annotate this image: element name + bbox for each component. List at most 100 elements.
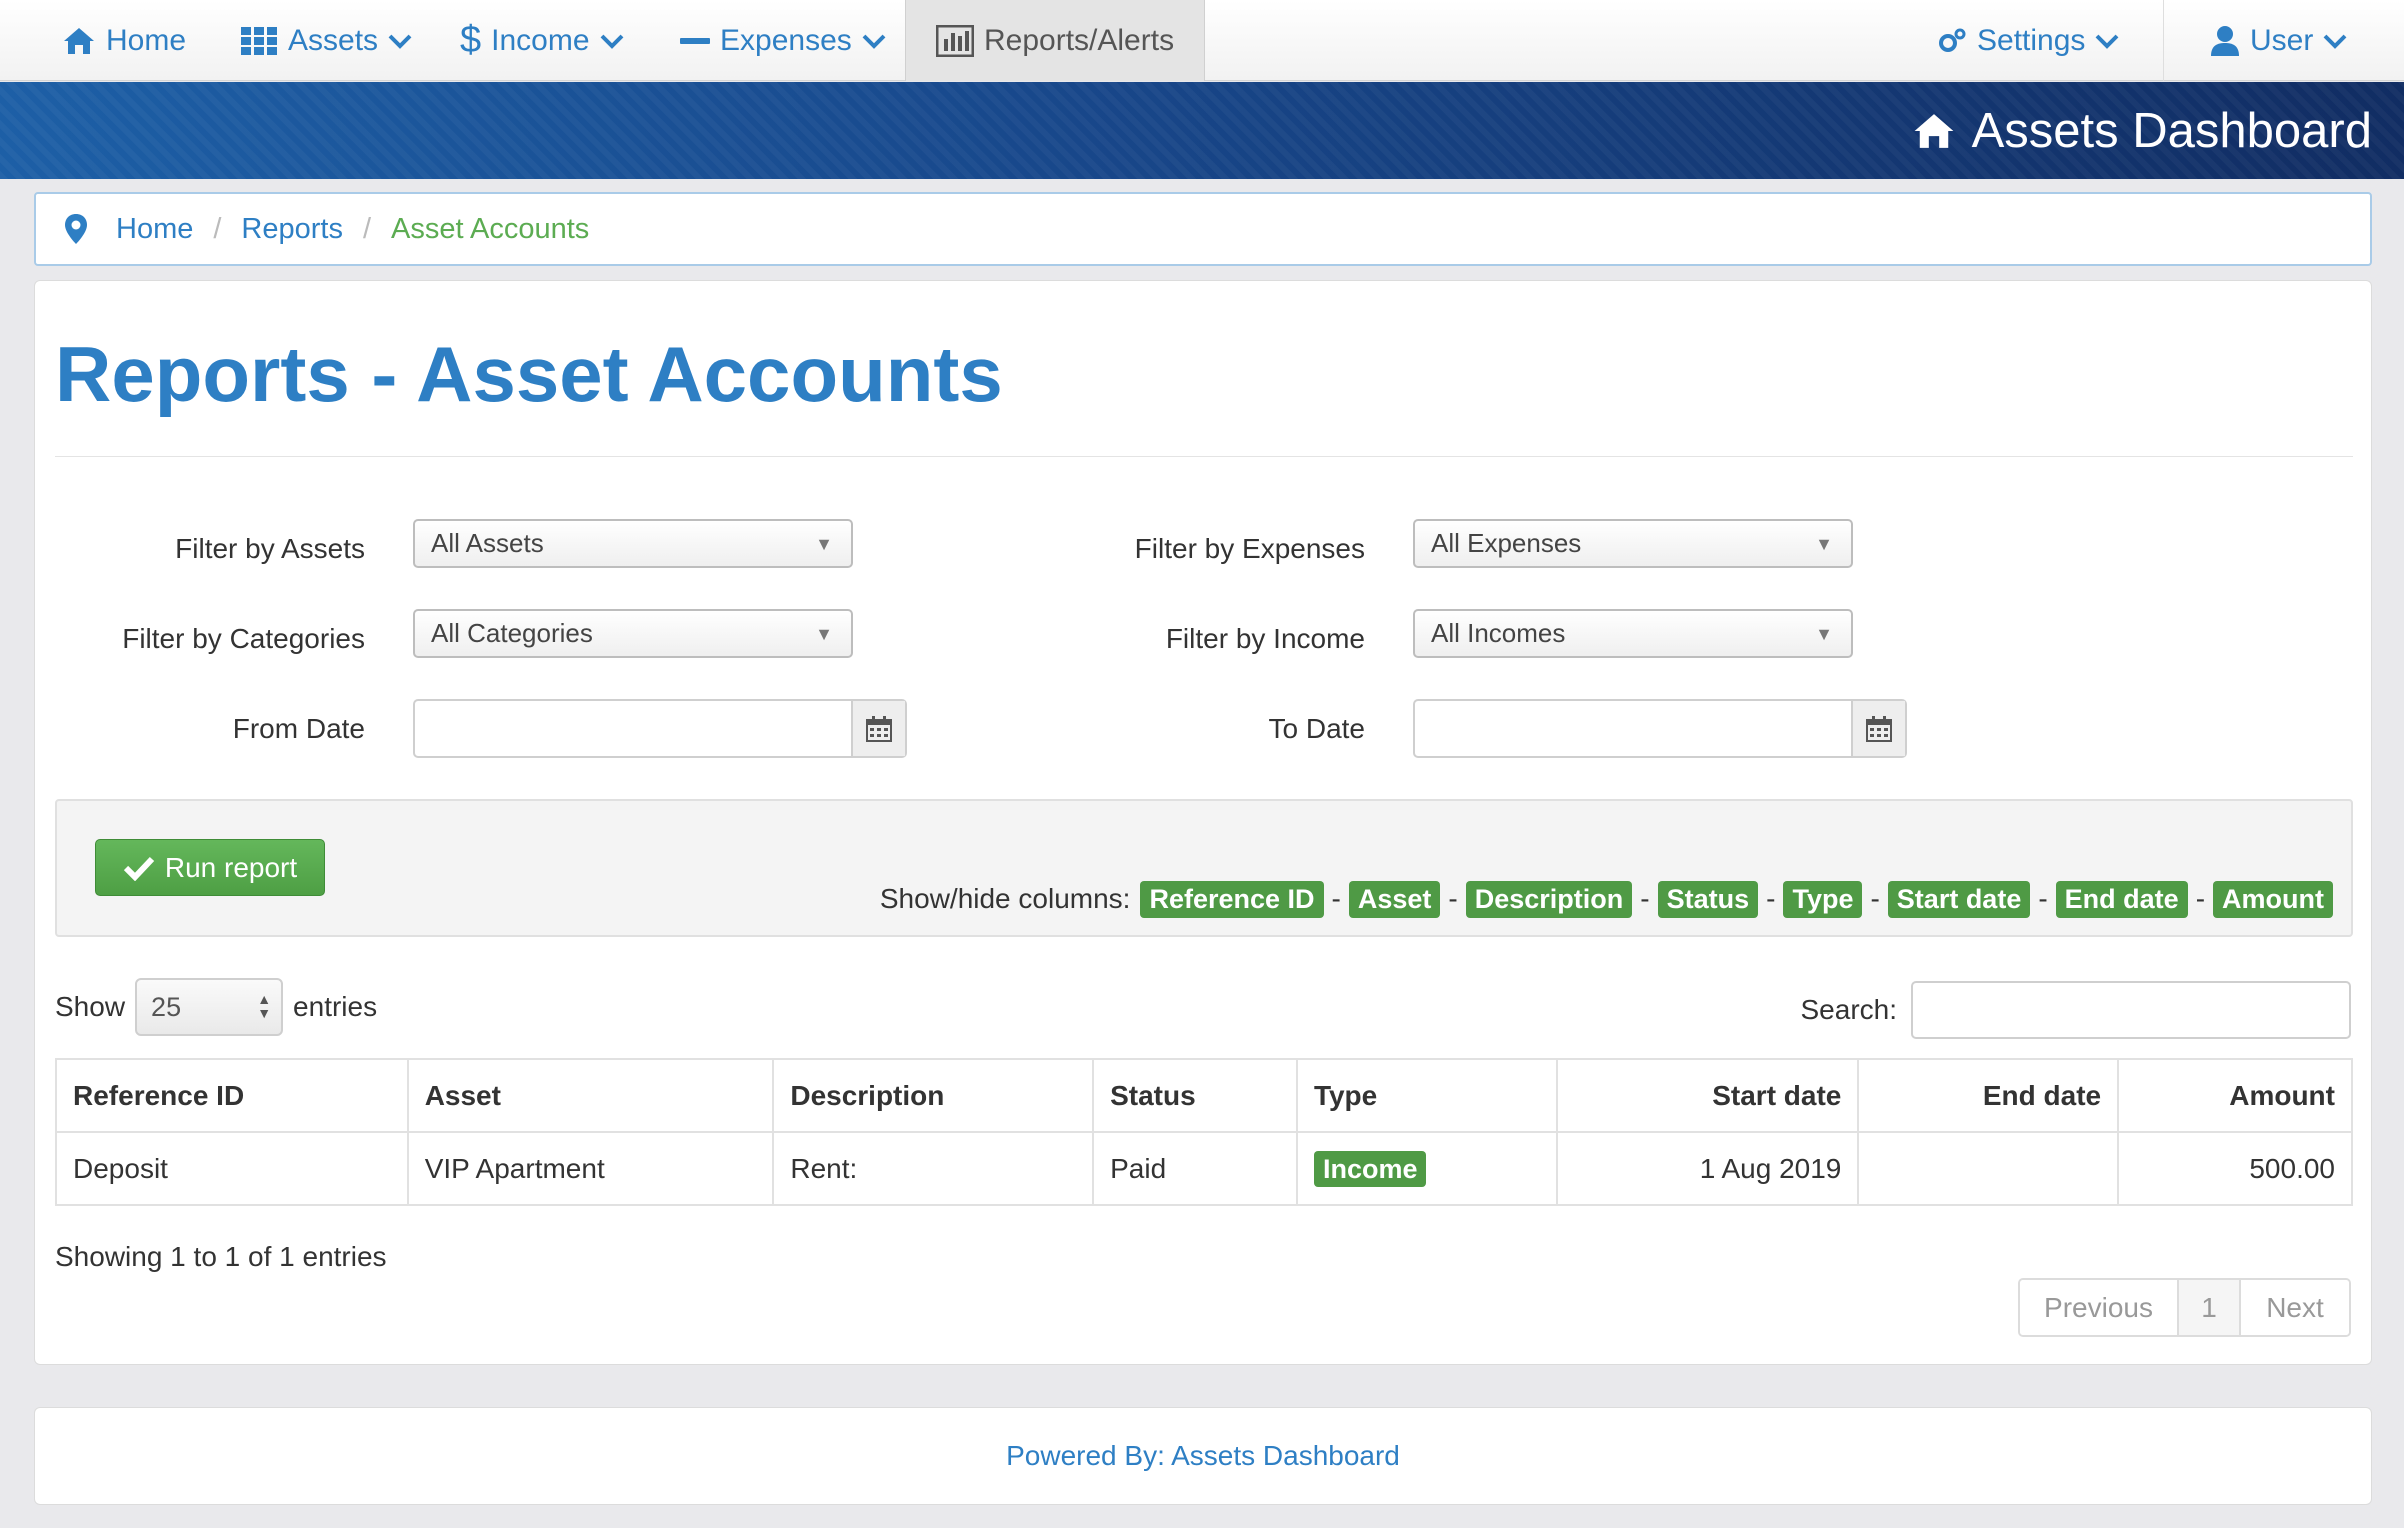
banner-title[interactable]: Assets Dashboard <box>1912 82 2372 179</box>
next-page-button[interactable]: Next <box>2241 1280 2349 1335</box>
grid-icon <box>241 26 277 55</box>
column-header-end-date[interactable]: End date <box>1857 1058 2120 1133</box>
column-header-start-date[interactable]: Start date <box>1555 1058 1860 1133</box>
page-number-button[interactable]: 1 <box>2177 1280 2241 1335</box>
search-input[interactable] <box>1911 981 2351 1039</box>
toggle-column-type[interactable]: Type <box>1783 880 1863 918</box>
from-date-label: From Date <box>232 713 365 744</box>
calendar-icon[interactable] <box>851 701 905 756</box>
nav-user-label: User <box>2250 23 2314 57</box>
nav-home[interactable]: Home <box>62 0 186 81</box>
column-toggles-label: Show/hide columns: <box>879 883 1131 914</box>
column-separator: - <box>2038 883 2048 914</box>
entries-label: entries <box>293 991 378 1022</box>
cell-start-date: 1 Aug 2019 <box>1555 1131 1860 1206</box>
cell-asset: VIP Apartment <box>406 1131 775 1206</box>
report-action-bar: Run report Show/hide columns: Reference … <box>55 799 2353 937</box>
nav-reports-label: Reports/Alerts <box>984 23 1175 57</box>
filter-expenses-select[interactable]: All Expenses ▼ <box>1413 519 1853 568</box>
nav-divider <box>2163 0 2164 81</box>
entries-length-control: Show 25 ▲ ▼ entries <box>55 978 377 1036</box>
search-label: Search: <box>1800 994 1898 1025</box>
toggle-column-asset[interactable]: Asset <box>1348 880 1441 918</box>
nav-settings-label: Settings <box>1977 23 2086 57</box>
toggle-column-status[interactable]: Status <box>1657 880 1759 918</box>
footer-powered-by[interactable]: Powered By: Assets Dashboard <box>1006 1440 1400 1472</box>
nav-income-label: Income <box>491 23 590 57</box>
nav-assets-label: Assets <box>288 23 379 57</box>
breadcrumb-reports[interactable]: Reports <box>241 213 343 246</box>
banner-title-text: Assets Dashboard <box>1971 103 2372 158</box>
map-marker-icon <box>65 214 87 244</box>
table-search: Search: <box>1800 981 2351 1039</box>
chevron-down-icon <box>600 34 623 49</box>
breadcrumb-current: Asset Accounts <box>391 212 590 245</box>
entries-length-select[interactable]: 25 ▲ ▼ <box>135 978 284 1036</box>
previous-page-button[interactable]: Previous <box>2020 1280 2177 1335</box>
bar-chart-icon <box>936 24 974 57</box>
nav-home-label: Home <box>106 23 187 57</box>
home-icon <box>1914 113 1954 148</box>
breadcrumb-separator: / <box>362 212 372 245</box>
column-separator: - <box>1448 883 1458 914</box>
column-header-reference-id[interactable]: Reference ID <box>55 1058 409 1133</box>
toggle-column-description[interactable]: Description <box>1465 880 1633 918</box>
column-header-description[interactable]: Description <box>772 1058 1095 1133</box>
table-info: Showing 1 to 1 of 1 entries <box>55 1241 387 1272</box>
gears-icon <box>1939 28 1966 52</box>
chevron-down-icon <box>862 34 886 49</box>
cell-description: Rent: <box>772 1131 1095 1206</box>
filter-categories-value: All Categories <box>431 618 593 648</box>
filter-assets-select[interactable]: All Assets ▼ <box>413 519 853 568</box>
footer: Powered By: Assets Dashboard <box>34 1407 2372 1505</box>
nav-assets[interactable]: Assets <box>240 0 412 81</box>
nav-expenses-label: Expenses <box>720 23 852 57</box>
chevron-down-icon <box>2095 34 2119 49</box>
caret-down-icon: ▼ <box>815 624 833 644</box>
nav-settings[interactable]: Settings <box>1937 0 2119 81</box>
filter-income-select[interactable]: All Incomes ▼ <box>1413 609 1853 658</box>
column-header-amount[interactable]: Amount <box>2117 1058 2353 1133</box>
minus-icon <box>680 37 710 44</box>
report-table: Reference ID Asset Description Status Ty… <box>55 1058 2353 1206</box>
filter-expenses-value: All Expenses <box>1431 528 1582 558</box>
show-label: Show <box>55 991 126 1022</box>
breadcrumb-home[interactable]: Home <box>116 213 193 246</box>
column-header-status[interactable]: Status <box>1092 1058 1298 1133</box>
cell-status: Paid <box>1092 1131 1298 1206</box>
filter-income-label: Filter by Income <box>1165 623 1365 654</box>
from-date-input[interactable] <box>413 699 907 758</box>
column-header-type[interactable]: Type <box>1295 1058 1558 1133</box>
run-report-button[interactable]: Run report <box>95 839 325 896</box>
caret-down-icon: ▼ <box>1815 534 1833 554</box>
toggle-column-start-date[interactable]: Start date <box>1887 880 2031 918</box>
nav-income[interactable]: $ Income <box>460 0 624 81</box>
column-header-asset[interactable]: Asset <box>406 1058 775 1133</box>
filter-categories-select[interactable]: All Categories ▼ <box>413 609 853 658</box>
column-separator: - <box>1331 883 1341 914</box>
title-divider <box>55 456 2353 457</box>
report-panel: Reports - Asset Accounts Filter by Asset… <box>34 280 2372 1365</box>
nav-user[interactable]: User <box>2210 0 2347 81</box>
home-icon <box>64 27 94 54</box>
table-row: Deposit VIP Apartment Rent: Paid Income … <box>55 1131 2353 1206</box>
breadcrumb: Home / Reports / Asset Accounts <box>34 192 2372 266</box>
cell-type: Income <box>1295 1131 1558 1206</box>
chevron-down-icon <box>388 34 412 49</box>
calendar-icon[interactable] <box>1851 701 1905 756</box>
check-icon <box>123 856 155 881</box>
chevron-down-icon <box>2323 34 2347 49</box>
to-date-input[interactable] <box>1413 699 1907 758</box>
toggle-column-reference-id[interactable]: Reference ID <box>1140 880 1324 918</box>
toggle-column-end-date[interactable]: End date <box>2055 880 2188 918</box>
user-icon <box>2211 25 2239 56</box>
nav-expenses[interactable]: Expenses <box>680 0 886 81</box>
column-separator: - <box>1870 883 1880 914</box>
nav-reports[interactable]: Reports/Alerts <box>905 0 1206 81</box>
cell-reference-id: Deposit <box>55 1131 409 1206</box>
column-toggles: Show/hide columns: Reference ID - Asset … <box>880 879 2333 919</box>
toggle-column-amount[interactable]: Amount <box>2213 880 2333 918</box>
page-title: Reports - Asset Accounts <box>55 330 1003 418</box>
filter-income-value: All Incomes <box>1431 618 1566 648</box>
filter-assets-value: All Assets <box>431 528 544 558</box>
